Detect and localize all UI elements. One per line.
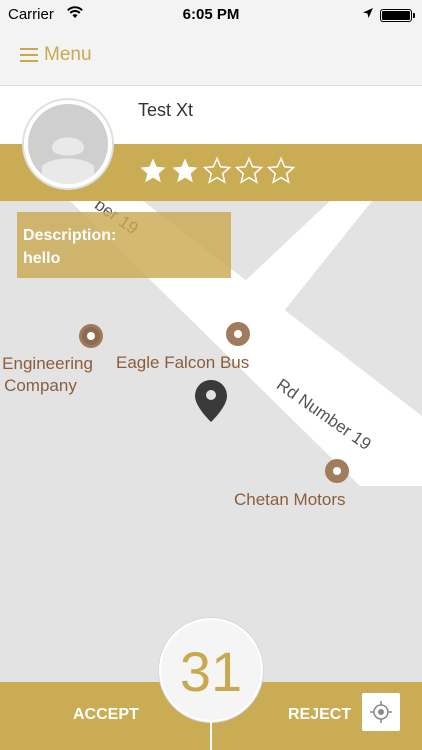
driver-name: Test Xt [138, 100, 194, 120]
battery-icon [380, 9, 415, 22]
clock: 6:05 PM [182, 6, 240, 23]
crosshair-icon [370, 701, 392, 723]
star-filled-icon [172, 158, 198, 183]
poi-label-engineering: h Engineering Company [0, 354, 93, 395]
reject-button[interactable]: REJECT [288, 706, 351, 724]
countdown-timer: 31 [159, 618, 263, 722]
poi-label-chetan-motors: Chetan Motors [234, 490, 346, 509]
menu-label: Menu [44, 44, 92, 65]
location-arrow-icon [362, 6, 374, 23]
poi-label-eagle-falcon: Eagle Falcon Bus [116, 353, 250, 372]
star-empty-icon [234, 156, 264, 184]
menu-button[interactable]: Menu [20, 44, 92, 66]
avatar [22, 98, 114, 190]
my-location-button[interactable] [362, 693, 400, 731]
nav-header: Menu [0, 30, 422, 86]
description-heading: Description: [23, 227, 117, 244]
description-text: hello [23, 250, 61, 267]
accept-button[interactable]: ACCEPT [73, 706, 139, 724]
status-bar: Carrier 6:05 PM [0, 0, 422, 30]
timer-divider [210, 720, 212, 750]
star-rating [138, 156, 298, 186]
star-empty-icon [266, 156, 296, 184]
user-placeholder-icon [28, 104, 108, 184]
star-empty-icon [202, 156, 232, 184]
hamburger-icon [20, 47, 38, 63]
star-filled-icon [140, 158, 166, 183]
description-panel: Description: hello [17, 212, 231, 278]
